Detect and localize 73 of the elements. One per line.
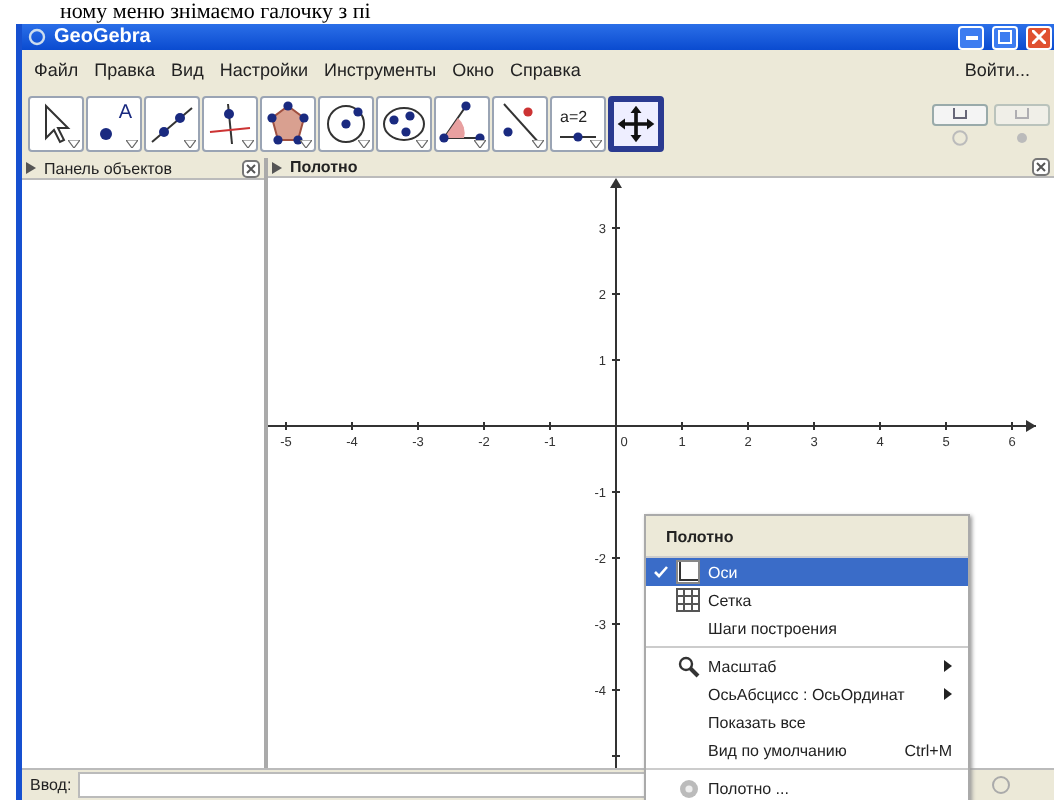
circle-icon <box>322 100 370 148</box>
redo-icon <box>1012 106 1032 122</box>
tool-button[interactable] <box>492 96 548 152</box>
dropdown-triangle-icon <box>590 140 602 148</box>
submenu-arrow-icon <box>944 660 952 672</box>
input-label: Ввод: <box>30 776 72 794</box>
close-panel-icon[interactable] <box>1032 158 1050 176</box>
menu-item[interactable]: ОсьАбсцисс : ОсьОрдинат <box>646 680 968 708</box>
undo-button[interactable] <box>932 103 988 125</box>
polygon-icon <box>264 100 312 148</box>
window-title: GeoGebra <box>54 26 151 48</box>
expand-triangle-icon[interactable] <box>26 162 36 174</box>
menu-item[interactable]: Правка <box>94 60 156 80</box>
close-panel-icon[interactable] <box>242 159 260 177</box>
dropdown-triangle-icon <box>532 140 544 148</box>
close-button[interactable] <box>1026 25 1052 49</box>
magnifier-icon <box>677 655 699 677</box>
menu-item[interactable]: Вид <box>171 60 204 80</box>
menu-item[interactable]: Шаги построения <box>646 614 968 642</box>
menu-item[interactable]: Вид по умолчанию Ctrl+M <box>646 736 968 764</box>
menu-item[interactable]: Справка <box>510 60 581 80</box>
minimize-button[interactable] <box>958 25 984 49</box>
menu-item[interactable]: Сетка <box>646 586 968 614</box>
menu-item[interactable]: Оси <box>646 558 968 586</box>
slider-icon <box>560 131 596 141</box>
dropdown-triangle-icon <box>126 140 138 148</box>
point-icon <box>100 128 112 140</box>
panel-title: Панель объектов <box>44 159 172 177</box>
expand-triangle-icon[interactable] <box>272 161 282 173</box>
tool-button[interactable] <box>376 96 432 152</box>
tool-button[interactable]: A <box>86 96 142 152</box>
dropdown-triangle-icon <box>474 140 486 148</box>
dropdown-triangle-icon <box>300 140 312 148</box>
slider-label: a=2 <box>560 108 588 126</box>
menu-title: Полотно <box>666 527 734 545</box>
document-text: ному меню знімаємо галочку з пі <box>60 0 371 24</box>
menu-item[interactable]: Настройки <box>219 60 308 80</box>
shortcut-text: Ctrl+M <box>904 741 952 759</box>
dropdown-triangle-icon <box>242 140 254 148</box>
dropdown-triangle-icon <box>68 140 80 148</box>
dropdown-triangle-icon <box>184 140 196 148</box>
menu-item[interactable]: Инструменты <box>323 60 437 80</box>
login-link[interactable]: Войти... <box>964 60 1030 80</box>
close-icon <box>1032 30 1046 44</box>
dropdown-triangle-icon <box>358 140 370 148</box>
point-label: A <box>118 102 132 124</box>
tool-button[interactable] <box>318 96 374 152</box>
tool-button[interactable] <box>434 96 490 152</box>
angle-icon <box>438 100 486 148</box>
axes-icon <box>676 560 700 584</box>
panel-title: Полотно <box>290 158 358 176</box>
tool-button[interactable] <box>202 96 258 152</box>
menu-item[interactable]: Показать все <box>646 708 968 736</box>
tool-button[interactable] <box>28 96 84 152</box>
grid-icon <box>676 588 700 612</box>
tool-button[interactable] <box>608 96 664 152</box>
minimize-icon <box>965 35 977 39</box>
gear-icon <box>677 777 699 799</box>
submenu-arrow-icon <box>944 688 952 700</box>
app-icon <box>28 28 46 46</box>
dropdown-triangle-icon <box>416 140 428 148</box>
move-arrows-icon <box>614 100 658 148</box>
tool-button[interactable]: a=2 <box>550 96 606 152</box>
maximize-button[interactable] <box>992 25 1018 49</box>
undo-icon <box>950 106 970 122</box>
tool-button[interactable] <box>144 96 200 152</box>
menu-item[interactable]: Масштаб <box>646 652 968 680</box>
menu-item[interactable]: Окно <box>452 60 495 80</box>
menu-item[interactable]: Файл <box>34 60 79 80</box>
perpendicular-line-icon <box>206 100 254 148</box>
menu-item[interactable]: Полотно ... <box>646 774 968 800</box>
maximize-icon <box>998 30 1012 44</box>
tool-button[interactable] <box>260 96 316 152</box>
